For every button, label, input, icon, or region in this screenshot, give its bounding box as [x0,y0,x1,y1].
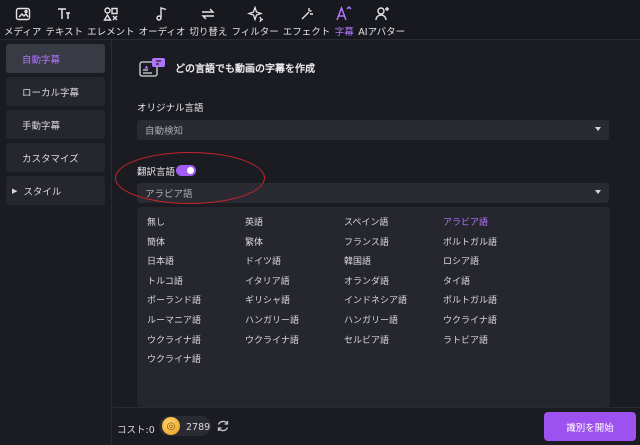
sidebar-item-auto-subtitle[interactable]: 自動字幕 [6,44,105,73]
sidebar-item-label: 手動字幕 [22,120,61,132]
tool-effect-label: エフェクト [282,27,331,38]
language-option[interactable]: 簡体 [147,235,165,248]
tool-audio[interactable]: オーディオ [138,0,186,40]
language-option[interactable]: ギリシャ語 [245,293,290,306]
tool-transition-label: 切り替え [189,27,228,38]
original-language-value: 自動検知 [145,126,184,137]
original-language-select[interactable]: 自動検知 [137,120,609,140]
language-option[interactable]: ドイツ語 [245,254,281,267]
language-option[interactable]: 韓国語 [344,254,371,267]
sidebar-item-label: ローカル字幕 [22,87,80,99]
expand-triangle-icon: ▶ [12,186,18,195]
language-option[interactable]: ポルトガル語 [443,235,497,248]
tool-subtitle[interactable]: 字幕 [334,0,354,40]
sidebar-item-label: スタイル [23,186,62,198]
language-option[interactable]: スペイン語 [344,215,388,228]
language-option[interactable]: 日本語 [147,254,174,267]
toggle-knob [187,167,194,174]
effect-icon [297,5,317,23]
language-option[interactable]: オランダ語 [344,274,389,287]
sidebar-item-style[interactable]: ▶ スタイル [6,176,105,205]
top-toolbar: メディア テキスト エレメント オーディオ 切り替え フィルター エフェクト 字… [0,0,640,40]
sidebar-item-customize[interactable]: カスタマイズ [6,143,105,172]
translation-language-value: アラビア語 [145,189,193,200]
ai-avatar-icon [372,5,392,23]
language-option[interactable]: ポルトガル語 [443,293,497,306]
start-recognition-button[interactable]: 識別を開始 [544,412,636,441]
transition-icon [198,5,218,23]
language-option[interactable]: 繁体 [245,235,263,248]
language-option[interactable]: アラビア語 [443,215,488,228]
tool-media-label: メディア [4,27,42,38]
language-option[interactable]: ルーマニア語 [147,313,201,326]
language-option[interactable]: 無し [147,215,165,228]
sidebar-item-manual-subtitle[interactable]: 手動字幕 [6,110,105,139]
tool-transition[interactable]: 切り替え [189,0,227,40]
language-option[interactable]: セルビア語 [344,333,389,346]
tool-text[interactable]: テキスト [45,0,83,40]
chevron-down-icon [595,127,601,131]
tool-subtitle-label: 字幕 [334,27,354,38]
language-option[interactable]: タイ語 [443,274,470,287]
tool-text-label: テキスト [45,27,84,38]
language-option[interactable]: イタリア語 [245,274,290,287]
filter-icon [245,5,265,23]
language-dropdown-list: 無し 英語 スペイン語 アラビア語 簡体 繁体 フランス語 ポルトガル語 日本語 ドイツ語 韓国語ロ… [137,207,610,407]
refresh-icon[interactable] [216,419,230,433]
main-panel: どの言語でも動画の字幕を作成 オリジナル言語 自動検知 翻訳言語 アラビア語 無… [113,40,640,407]
original-language-label: オリジナル言語 [137,103,204,114]
text-icon [54,5,74,23]
language-option[interactable]: ラトビア語 [443,333,488,346]
tool-audio-label: オーディオ [138,27,186,38]
language-option[interactable]: ポーランド語 [147,293,201,306]
language-option[interactable]: インドネシア語 [344,293,407,306]
sidebar-item-label: カスタマイズ [22,153,79,165]
elements-icon [101,5,121,23]
tool-filter-label: フィルター [231,27,279,38]
tool-filter[interactable]: フィルター [231,0,279,40]
sidebar: 自動字幕 ローカル字幕 手動字幕 カスタマイズ ▶ スタイル [0,40,112,445]
footer-bar: コスト:0 ◎ 2789 識別を開始 [113,407,640,445]
tool-effect[interactable]: エフェクト [282,0,331,40]
audio-icon [152,5,172,23]
tool-elements-label: エレメント [87,27,135,38]
sidebar-item-local-subtitle[interactable]: ローカル字幕 [6,77,105,106]
tool-media[interactable]: メディア [4,0,41,40]
translation-language-label: 翻訳言語 [137,167,176,178]
subtitle-video-icon [139,56,167,78]
credits-count: 2789 [186,422,211,433]
translation-language-select[interactable]: アラビア語 [137,183,609,203]
language-option[interactable]: ハンガリー語 [245,313,299,326]
translation-toggle[interactable] [176,165,196,176]
language-option[interactable]: ウクライナ語 [443,313,497,326]
panel-header: どの言語でも動画の字幕を作成 [139,56,315,78]
tool-ai-avatar[interactable]: AIアバター [358,0,405,40]
language-option[interactable]: ロシア語 [443,254,479,267]
sidebar-item-label: 自動字幕 [22,54,61,66]
chevron-down-icon [595,190,601,194]
tool-ai-avatar-label: AIアバター [358,27,406,38]
language-option[interactable]: トルコ語 [147,274,183,287]
language-option[interactable]: ハンガリー語 [344,313,398,326]
language-option[interactable]: ウクライナ語 [147,333,201,346]
cost-label: コスト:0 [117,425,155,436]
language-option[interactable]: フランス語 [344,235,389,248]
tool-elements[interactable]: エレメント [87,0,135,40]
start-recognition-label: 識別を開始 [566,422,614,434]
language-option[interactable]: 英語 [245,215,263,228]
panel-title: どの言語でも動画の字幕を作成 [175,63,315,75]
media-icon [13,5,33,23]
language-option[interactable]: ウクライナ語 [245,333,299,346]
coin-icon: ◎ [162,417,180,435]
language-option[interactable]: ウクライナ語 [147,352,201,365]
subtitle-icon [334,5,354,23]
